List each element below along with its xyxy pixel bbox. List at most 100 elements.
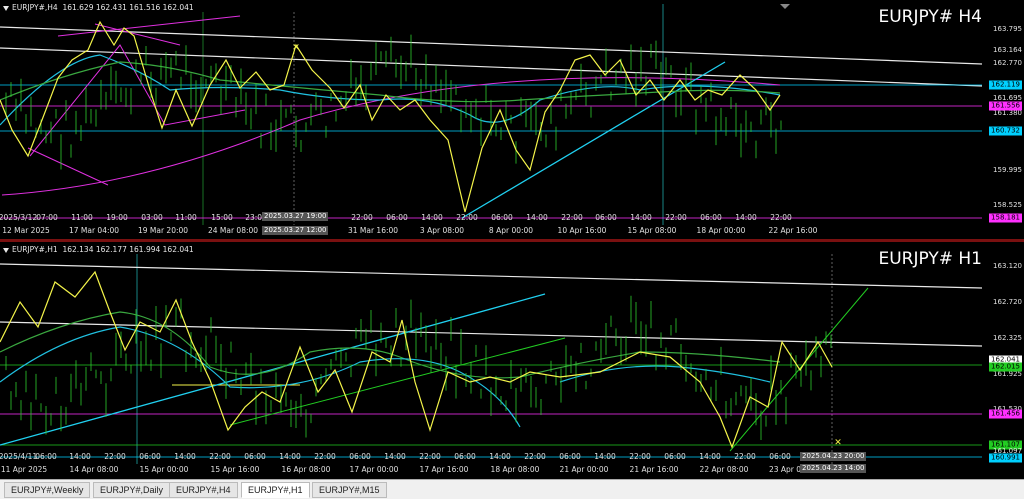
symbol-h1: EURJPY#,H1 — [12, 245, 58, 254]
time-label: 22:00 — [314, 452, 336, 461]
time-label: 06:00 — [244, 452, 266, 461]
date-label: 21 Apr 16:00 — [629, 465, 679, 474]
time-label: 14:00 — [735, 213, 757, 222]
crosshair-date-label: 2025.04.23 14:00 — [800, 464, 867, 473]
time-label: 06:00 — [595, 213, 617, 222]
chart-h1[interactable]: ✕ EURJPY#,H1 162.134 162.177 161.994 162… — [0, 242, 1024, 479]
date-label: 21 Apr 00:00 — [559, 465, 609, 474]
time-label: 2025/3/12 — [0, 213, 38, 222]
price-marker-green: 162.015 — [989, 362, 1022, 372]
ohlc-h1: 162.134 162.177 161.994 162.041 — [62, 245, 194, 254]
time-label: 06:00 — [559, 452, 581, 461]
tab-m15[interactable]: EURJPY#,M15 — [312, 482, 387, 498]
date-label: 8 Apr 00:00 — [488, 226, 534, 235]
date-label: 17 Mar 04:00 — [68, 226, 120, 235]
chart-h1-header: EURJPY#,H1 162.134 162.177 161.994 162.0… — [3, 245, 194, 254]
symbol-watermark-h1: EURJPY# H1 — [878, 249, 982, 269]
chart-tabs-bar: EURJPY#,Weekly EURJPY#,Daily EURJPY#,H4 … — [0, 479, 1024, 499]
date-label: 15 Apr 08:00 — [627, 226, 677, 235]
price-label: 163.164 — [993, 46, 1022, 54]
date-label: 31 Mar 16:00 — [347, 226, 399, 235]
time-label: 06:00 — [769, 452, 791, 461]
date-label: 22 Apr 08:00 — [699, 465, 749, 474]
price-scale-h4[interactable]: 163.795 163.164 162.770 161.695 161.380 … — [982, 0, 1024, 240]
dropdown-icon[interactable] — [3, 247, 9, 253]
svg-text:✕: ✕ — [292, 43, 300, 53]
date-label: 17 Apr 00:00 — [349, 465, 399, 474]
tab-h4[interactable]: EURJPY#,H4 — [169, 482, 238, 498]
date-label: 11 Apr 2025 — [0, 465, 48, 474]
price-label: 159.995 — [993, 166, 1022, 174]
price-marker-cyan: 160.732 — [989, 126, 1022, 136]
time-label: 22:00 — [629, 452, 651, 461]
time-label: 11:00 — [175, 213, 197, 222]
price-label: 162.770 — [993, 59, 1022, 67]
date-label: 14 Apr 08:00 — [69, 465, 119, 474]
tab-h1[interactable]: EURJPY#,H1 — [241, 482, 310, 498]
time-label: 07:00 — [36, 213, 58, 222]
price-label: 163.120 — [993, 262, 1022, 270]
chart-h1-plot[interactable]: ✕ — [0, 242, 1024, 479]
time-label: 14:00 — [69, 452, 91, 461]
chart-h4-plot[interactable]: ✕ — [0, 0, 1024, 240]
time-label: 14:00 — [384, 452, 406, 461]
price-label: 162.720 — [993, 298, 1022, 306]
date-label: 18 Apr 08:00 — [490, 465, 540, 474]
time-label: 06:00 — [491, 213, 513, 222]
price-marker-magenta: 158.181 — [989, 213, 1022, 223]
time-label: 14:00 — [526, 213, 548, 222]
svg-text:✕: ✕ — [834, 438, 842, 448]
time-label: 22:00 — [209, 452, 231, 461]
time-label: 06:00 — [35, 452, 57, 461]
time-label: 22:00 — [665, 213, 687, 222]
time-label: 22:00 — [524, 452, 546, 461]
dropdown-icon[interactable] — [3, 5, 9, 11]
date-label: 10 Apr 16:00 — [557, 226, 607, 235]
time-label: 14:00 — [630, 213, 652, 222]
time-label: 14:00 — [699, 452, 721, 461]
time-label: 14:00 — [279, 452, 301, 461]
date-label: 23 Apr 0 — [768, 465, 802, 474]
price-label: 158.525 — [993, 201, 1022, 209]
price-label: 163.795 — [993, 25, 1022, 33]
time-label: 22:00 — [456, 213, 478, 222]
crosshair-time-label: 2025.03.27 19:00 — [262, 212, 329, 221]
time-label: 14:00 — [489, 452, 511, 461]
date-label: 17 Apr 16:00 — [419, 465, 469, 474]
time-label: 11:00 — [71, 213, 93, 222]
tab-weekly[interactable]: EURJPY#,Weekly — [4, 482, 91, 498]
time-label: 15:00 — [211, 213, 233, 222]
time-label: 06:00 — [700, 213, 722, 222]
time-label: 22:00 — [351, 213, 373, 222]
date-label: 15 Apr 16:00 — [210, 465, 260, 474]
time-label: 22:00 — [561, 213, 583, 222]
price-marker-magenta: 161.556 — [989, 101, 1022, 111]
date-label: 3 Apr 08:00 — [419, 226, 465, 235]
date-label: 15 Apr 00:00 — [139, 465, 189, 474]
crosshair-date-label: 2025.03.27 12:00 — [262, 226, 329, 235]
time-label: 06:00 — [454, 452, 476, 461]
time-label: 06:00 — [386, 213, 408, 222]
date-label: 12 Mar 2025 — [2, 226, 50, 235]
time-label: 19:00 — [106, 213, 128, 222]
time-label: 06:00 — [349, 452, 371, 461]
price-scale-h1[interactable]: 163.120 162.720 162.325 161.925 161.530 … — [982, 242, 1024, 479]
chart-h4-header: EURJPY#,H4 161.629 162.431 161.516 162.0… — [3, 3, 194, 12]
time-label: 06:00 — [139, 452, 161, 461]
price-marker-magenta: 161.456 — [989, 409, 1022, 419]
ohlc-h4: 161.629 162.431 161.516 162.041 — [62, 3, 194, 12]
time-label: 03:00 — [141, 213, 163, 222]
crosshair-time-label: 2025.04.23 20:00 — [800, 452, 867, 461]
time-label: 22:00 — [419, 452, 441, 461]
price-label: 162.325 — [993, 334, 1022, 342]
date-label: 18 Apr 00:00 — [696, 226, 746, 235]
date-label: 19 Mar 20:00 — [137, 226, 189, 235]
symbol-h4: EURJPY#,H4 — [12, 3, 58, 12]
time-label: 22:00 — [770, 213, 792, 222]
date-label: 16 Apr 08:00 — [281, 465, 331, 474]
price-marker-cyan: 162.119 — [989, 80, 1022, 90]
tab-daily[interactable]: EURJPY#,Daily — [93, 482, 171, 498]
chart-h4[interactable]: ✕ EURJPY#,H4 161.629 162.431 161.516 162… — [0, 0, 1024, 240]
time-label: 14:00 — [594, 452, 616, 461]
symbol-watermark-h4: EURJPY# H4 — [878, 7, 982, 27]
